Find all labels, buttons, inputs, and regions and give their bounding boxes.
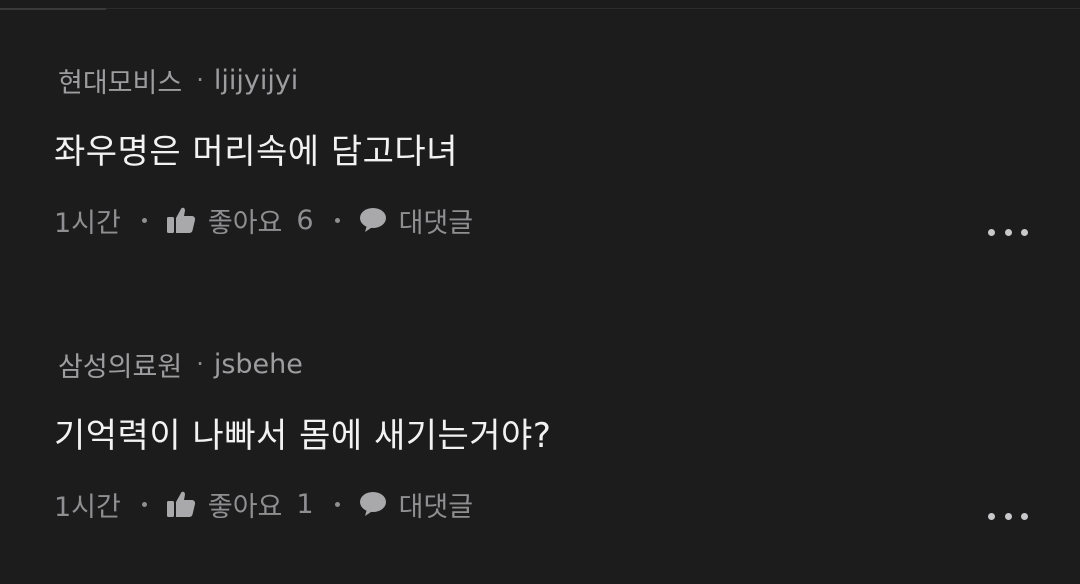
reply-button[interactable]: 대댓글 — [359, 485, 474, 524]
author-username: ljijyijyi — [213, 64, 299, 96]
comment-author-line[interactable]: 현대모비스 · ljijyijyi — [58, 58, 298, 102]
like-button[interactable]: 좋아요 6 — [166, 201, 314, 240]
more-horizontal-icon — [988, 512, 995, 520]
like-count: 6 — [296, 204, 314, 236]
comment-text: 기억력이 나빠서 몸에 새기는거야? — [54, 416, 552, 456]
action-separator — [141, 501, 147, 507]
top-divider — [0, 0, 1080, 9]
like-label: 좋아요 — [207, 207, 283, 239]
action-separator — [334, 217, 340, 223]
thumbs-up-icon — [166, 490, 196, 518]
reply-button[interactable]: 대댓글 — [359, 201, 474, 240]
meta-separator: · — [196, 350, 204, 378]
comment-item: 현대모비스 · ljijyijyi 좌우명은 머리속에 담고다녀 1시간 좋아요… — [0, 58, 1080, 298]
more-dot — [1004, 512, 1012, 520]
reply-label: 대댓글 — [398, 491, 474, 523]
more-horizontal-icon — [988, 228, 995, 236]
comment-actions: 1시간 좋아요 6 대댓글 — [54, 200, 473, 240]
comment-text: 좌우명은 머리속에 담고다녀 — [54, 132, 458, 172]
comment-author-line[interactable]: 삼성의료원 · jsbehe — [58, 342, 303, 386]
author-username: jsbehe — [213, 348, 303, 380]
speech-bubble-icon — [359, 491, 387, 517]
more-options-button[interactable] — [984, 502, 1032, 530]
speech-bubble-icon — [359, 207, 387, 233]
more-dot — [1021, 512, 1028, 520]
thumbs-up-icon — [166, 206, 196, 234]
like-button[interactable]: 좋아요 1 — [166, 485, 314, 524]
comment-time: 1시간 — [54, 207, 121, 239]
action-separator — [141, 217, 147, 223]
like-count: 1 — [296, 488, 314, 520]
comment-item: 삼성의료원 · jsbehe 기억력이 나빠서 몸에 새기는거야? 1시간 좋아… — [0, 342, 1080, 582]
author-company: 삼성의료원 — [58, 351, 183, 383]
comment-time: 1시간 — [54, 491, 121, 523]
top-divider-accent — [0, 8, 106, 10]
like-label: 좋아요 — [207, 491, 283, 523]
more-options-button[interactable] — [984, 218, 1032, 246]
comment-actions: 1시간 좋아요 1 대댓글 — [54, 484, 473, 524]
more-dot — [1021, 228, 1028, 236]
author-company: 현대모비스 — [58, 67, 183, 99]
meta-separator: · — [196, 66, 204, 94]
reply-label: 대댓글 — [398, 207, 474, 239]
more-dot — [1004, 228, 1012, 236]
action-separator — [334, 501, 340, 507]
